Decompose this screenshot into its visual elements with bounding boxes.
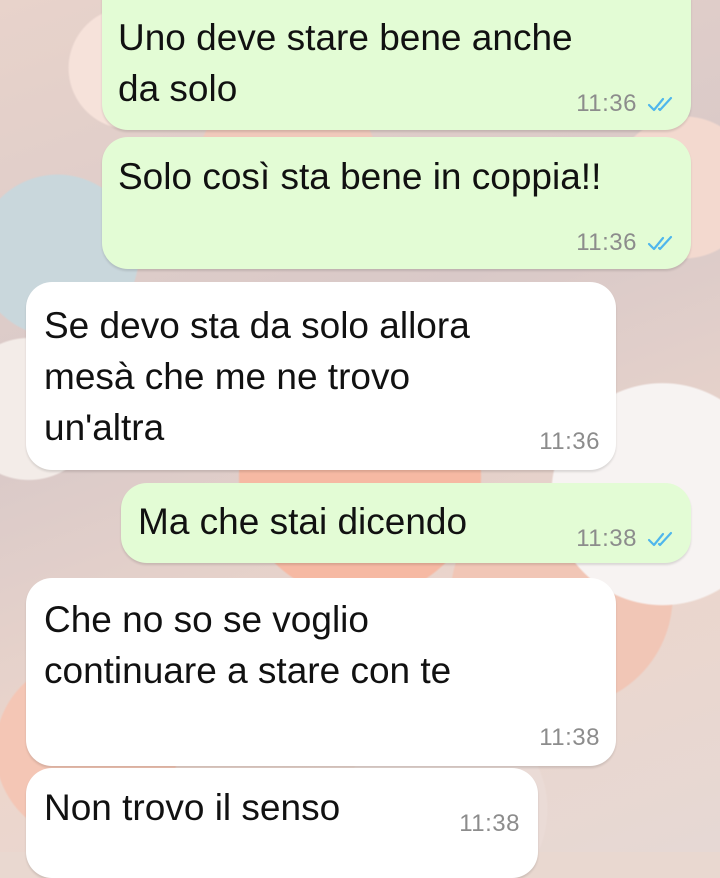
message-time: 11:38 bbox=[539, 724, 600, 751]
message-bubble-incoming[interactable]: Non trovo il senso 11:38 bbox=[26, 768, 538, 878]
message-bubble-incoming[interactable]: Se devo sta da solo allora mesà che me n… bbox=[26, 282, 616, 470]
double-check-icon bbox=[647, 235, 673, 251]
message-text: Uno deve stare bene anche da solo bbox=[118, 17, 573, 109]
message-text: Che no so se voglio continuare a stare c… bbox=[44, 599, 452, 691]
double-check-icon bbox=[647, 96, 673, 112]
message-text: Se devo sta da solo allora mesà che me n… bbox=[44, 305, 470, 448]
message-time: 11:36 bbox=[576, 90, 637, 117]
message-text: Solo così sta bene in coppia!! bbox=[118, 156, 602, 197]
message-bubble-outgoing[interactable]: Ma che stai dicendo 11:38 bbox=[121, 483, 691, 563]
message-text: Non trovo il senso bbox=[44, 787, 341, 828]
message-time: 11:36 bbox=[576, 229, 637, 256]
message-time: 11:36 bbox=[539, 428, 600, 455]
message-time: 11:38 bbox=[576, 525, 637, 552]
message-bubble-incoming[interactable]: Che no so se voglio continuare a stare c… bbox=[26, 578, 616, 766]
message-text: Ma che stai dicendo bbox=[138, 501, 468, 542]
message-bubble-outgoing[interactable]: Uno deve stare bene anche da solo 11:36 bbox=[102, 0, 691, 130]
message-time: 11:38 bbox=[459, 810, 520, 837]
double-check-icon bbox=[647, 531, 673, 547]
message-bubble-outgoing[interactable]: Solo così sta bene in coppia!! 11:36 bbox=[102, 137, 691, 269]
